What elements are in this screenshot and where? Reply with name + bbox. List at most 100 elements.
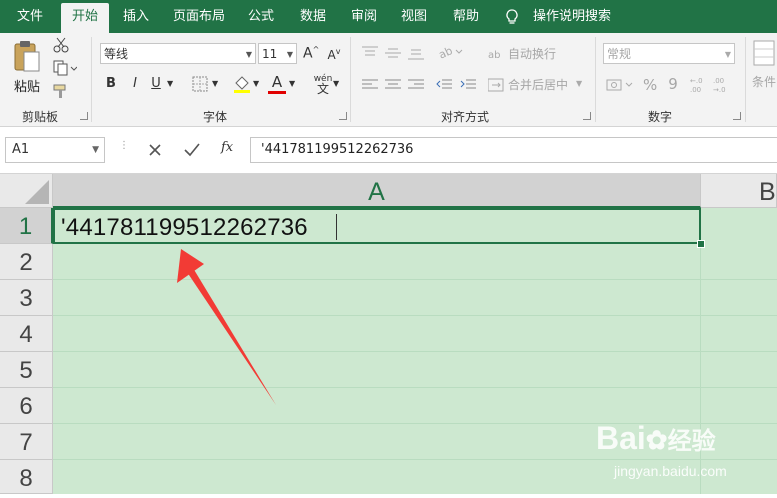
- chevron-down-icon: ▼: [286, 50, 293, 59]
- row-header-1[interactable]: 1: [0, 208, 53, 244]
- watermark-url: jingyan.baidu.com: [614, 463, 727, 479]
- formula-bar-grip-icon[interactable]: ⋮: [119, 141, 129, 151]
- font-color-swatch: [268, 91, 286, 94]
- fill-color-dropdown-icon[interactable]: ▼: [253, 79, 259, 88]
- formula-buttons: fx: [137, 137, 250, 163]
- row-header-5[interactable]: 5: [0, 352, 53, 388]
- accounting-format-icon[interactable]: [606, 77, 636, 97]
- divider: [595, 37, 596, 122]
- font-launcher-icon[interactable]: [339, 112, 347, 120]
- watermark-brand: Bai: [596, 420, 646, 456]
- select-all-corner[interactable]: [0, 174, 53, 208]
- font-color-dropdown-icon[interactable]: ▼: [289, 79, 295, 88]
- bold-button[interactable]: B: [104, 76, 118, 91]
- divider: [350, 37, 351, 122]
- tab-data[interactable]: 数据: [290, 0, 336, 33]
- copy-icon[interactable]: [52, 60, 78, 78]
- alignment-group-label: 对齐方式: [440, 110, 489, 124]
- paste-label: 粘贴: [14, 80, 41, 95]
- increase-decimal-icon[interactable]: ←.0.00: [690, 75, 710, 99]
- clipboard-group-label: 剪贴板: [21, 110, 58, 124]
- format-painter-icon[interactable]: [52, 83, 70, 101]
- formula-bar: A1 ▼ ⋮ fx '441781199512262736: [0, 127, 777, 174]
- row-header-7[interactable]: 7: [0, 424, 53, 460]
- tab-page-layout[interactable]: 页面布局: [165, 0, 233, 33]
- comma-button[interactable]: 9: [666, 75, 680, 93]
- align-bottom-icon[interactable]: [408, 45, 424, 64]
- fill-handle[interactable]: [697, 240, 705, 248]
- underline-dropdown-icon[interactable]: ▼: [167, 79, 173, 88]
- name-box-value: A1: [12, 142, 30, 157]
- borders-dropdown-icon[interactable]: ▼: [212, 79, 218, 88]
- conditional-formatting-icon: [753, 40, 775, 66]
- align-center-icon[interactable]: [385, 77, 401, 96]
- row-header-2[interactable]: 2: [0, 244, 53, 280]
- tab-file[interactable]: 文件: [6, 0, 54, 33]
- name-box[interactable]: A1 ▼: [5, 137, 105, 163]
- shrink-font-glyph: A: [327, 48, 336, 62]
- font-size-combo[interactable]: 11 ▼: [258, 43, 297, 64]
- tab-home[interactable]: 开始: [61, 3, 109, 33]
- align-right-icon[interactable]: [408, 77, 424, 96]
- lightbulb-icon: [506, 9, 518, 24]
- clipboard-launcher-icon[interactable]: [80, 112, 88, 120]
- row-header-3[interactable]: 3: [0, 280, 53, 316]
- number-format-value: 常规: [607, 47, 632, 61]
- merge-center-label: 合并后居中: [508, 78, 569, 92]
- row-header-8[interactable]: 8: [0, 460, 53, 494]
- borders-icon[interactable]: [190, 76, 210, 96]
- grow-font-glyph: A: [303, 45, 313, 62]
- chevron-down-icon: ▼: [245, 50, 252, 59]
- merge-cells-icon: [488, 78, 504, 92]
- decrease-indent-icon[interactable]: [436, 77, 452, 96]
- italic-button[interactable]: I: [128, 76, 142, 91]
- cancel-entry-icon[interactable]: [148, 142, 162, 161]
- paste-button[interactable]: 粘贴: [12, 39, 46, 95]
- grow-font-button[interactable]: A^: [303, 45, 319, 62]
- tab-help[interactable]: 帮助: [443, 0, 489, 33]
- underline-button[interactable]: U: [149, 76, 163, 91]
- alignment-launcher-icon[interactable]: [583, 112, 591, 120]
- increase-indent-icon[interactable]: [460, 77, 476, 96]
- number-launcher-icon[interactable]: [733, 112, 741, 120]
- wrap-text-icon: ab: [488, 50, 500, 61]
- active-cell-a1[interactable]: '441781199512262736: [53, 208, 701, 244]
- divider: [91, 37, 92, 122]
- align-top-icon[interactable]: [362, 45, 378, 64]
- align-middle-icon[interactable]: [385, 45, 401, 64]
- cut-icon[interactable]: [52, 37, 70, 55]
- formula-input[interactable]: '441781199512262736: [250, 137, 777, 163]
- number-format-combo[interactable]: 常规 ▼: [603, 43, 735, 64]
- shrink-font-button[interactable]: Av: [326, 47, 342, 62]
- conditional-formatting-button[interactable]: 条件: [752, 39, 777, 99]
- row-header-4[interactable]: 4: [0, 316, 53, 352]
- column-header-a[interactable]: A: [53, 174, 701, 208]
- decrease-decimal-icon[interactable]: .00 →.0: [713, 75, 733, 99]
- merge-center-button[interactable]: 合并后居中 ▼: [488, 76, 583, 94]
- divider: [745, 37, 746, 122]
- align-left-icon[interactable]: [362, 77, 378, 96]
- font-color-button[interactable]: A: [268, 73, 286, 94]
- insert-function-button[interactable]: fx: [221, 140, 233, 155]
- tab-review[interactable]: 审阅: [341, 0, 387, 33]
- orientation-icon[interactable]: ab: [437, 43, 464, 63]
- font-name-combo[interactable]: 等线 ▼: [100, 43, 256, 64]
- tab-formulas[interactable]: 公式: [238, 0, 284, 33]
- percent-button[interactable]: %: [643, 76, 657, 94]
- column-header-b[interactable]: B: [701, 174, 777, 208]
- text-cursor: [336, 214, 337, 240]
- chevron-down-icon: ▼: [92, 145, 99, 155]
- paw-icon: ✿: [645, 425, 668, 455]
- row-header-6[interactable]: 6: [0, 388, 53, 424]
- gridline: [53, 351, 777, 352]
- tab-insert[interactable]: 插入: [113, 0, 159, 33]
- conditional-formatting-label: 条件: [752, 75, 777, 89]
- confirm-entry-icon[interactable]: [184, 142, 200, 161]
- svg-text:→.0: →.0: [713, 86, 726, 94]
- fill-color-icon[interactable]: [232, 75, 252, 97]
- wrap-text-button[interactable]: ab 自动换行: [488, 45, 568, 63]
- tab-view[interactable]: 视图: [391, 0, 437, 33]
- phonetic-dropdown-icon[interactable]: ▼: [333, 79, 339, 88]
- clipboard-paste-icon: [14, 41, 40, 72]
- svg-text:←.0: ←.0: [690, 77, 703, 85]
